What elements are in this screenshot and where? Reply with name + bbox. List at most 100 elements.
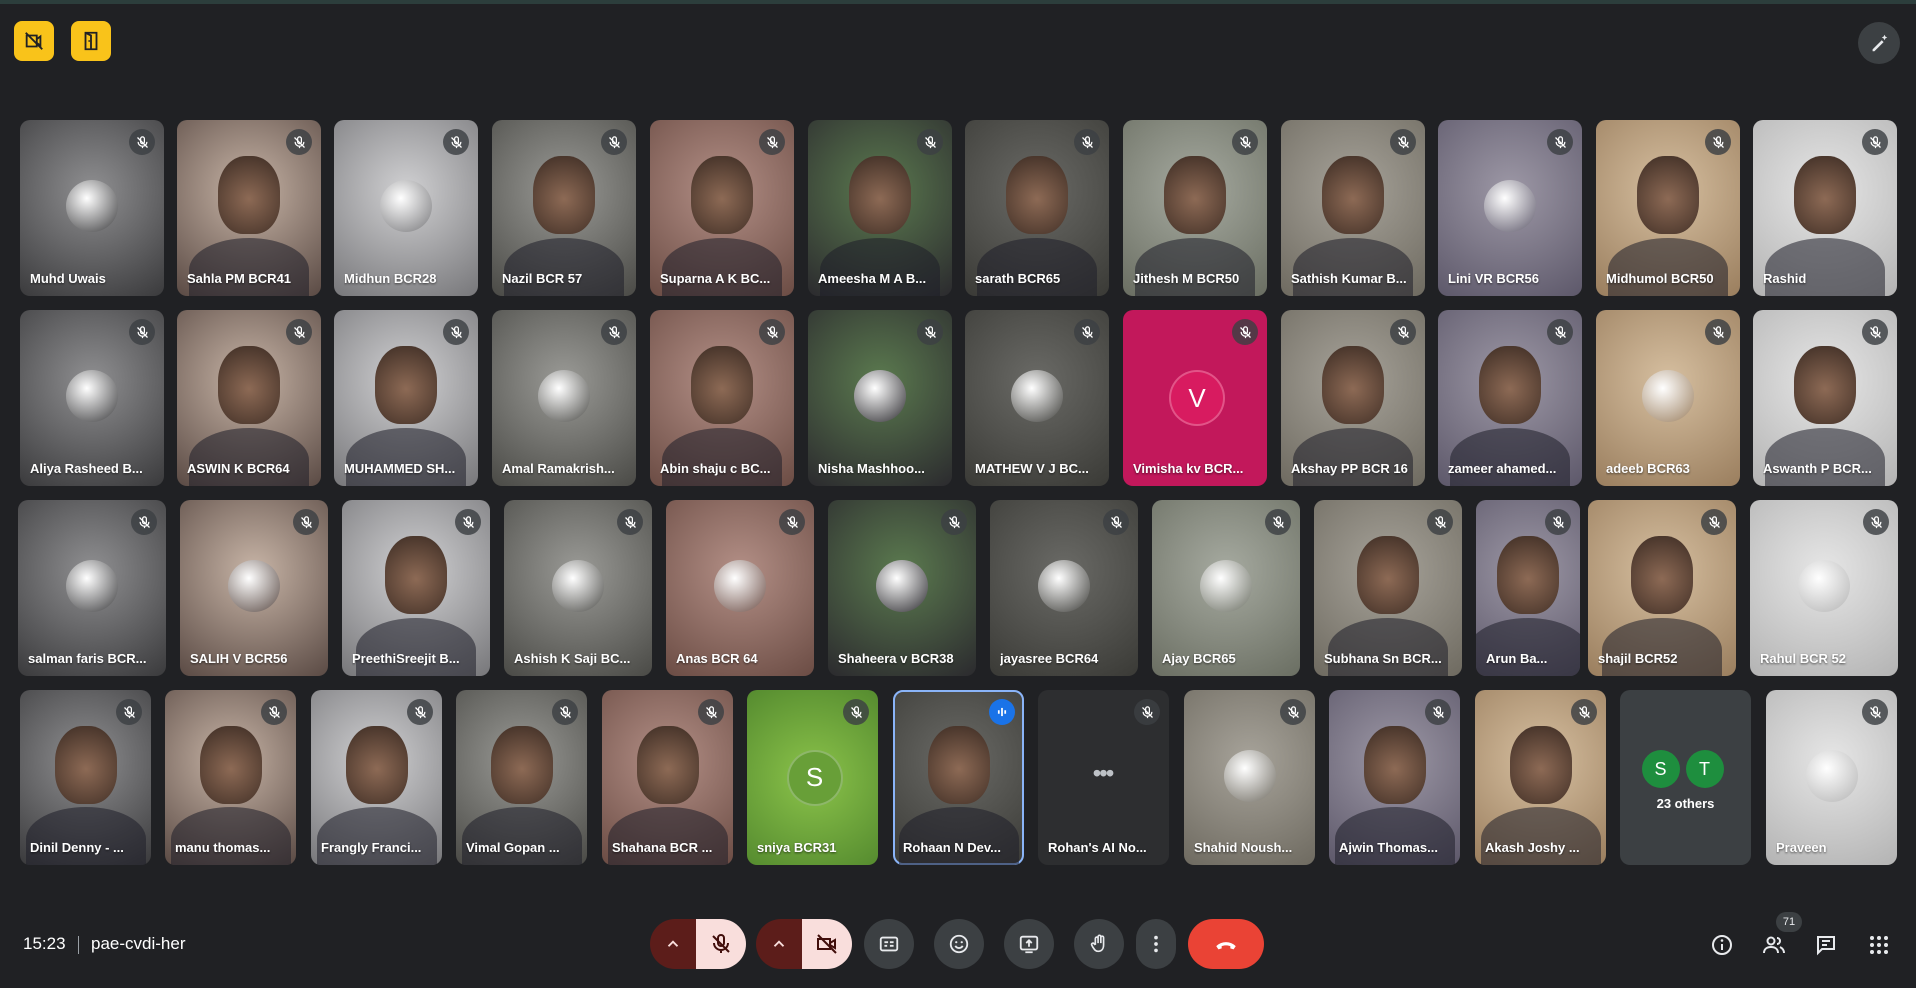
participant-tile[interactable]: Ameesha M A B...: [808, 120, 952, 296]
call-end-icon: [1216, 942, 1236, 950]
mic-off-icon: [455, 509, 481, 535]
participant-tile[interactable]: Aswanth P BCR...: [1753, 310, 1897, 486]
participant-tile[interactable]: Ssniya BCR31: [747, 690, 878, 865]
participant-tile[interactable]: ASWIN K BCR64: [177, 310, 321, 486]
participant-tile[interactable]: zameer ahamed...: [1438, 310, 1582, 486]
chat-button[interactable]: [1813, 932, 1839, 958]
microphone-toggle-button[interactable]: [696, 919, 746, 969]
present-screen-button[interactable]: [1004, 919, 1054, 969]
more-vert-icon: [1154, 935, 1158, 953]
participant-name: ASWIN K BCR64: [187, 461, 290, 476]
participant-tile[interactable]: Aliya Rasheed B...: [20, 310, 164, 486]
participant-tile[interactable]: MATHEW V J BC...: [965, 310, 1109, 486]
participant-tile[interactable]: Shahana BCR ...: [602, 690, 733, 865]
participant-tile[interactable]: Shaheera v BCR38: [828, 500, 976, 676]
participant-tile[interactable]: Midhun BCR28: [334, 120, 478, 296]
people-button[interactable]: [1761, 932, 1787, 958]
participant-tile[interactable]: Muhd Uwais: [20, 120, 164, 296]
video-person-body: [607, 807, 728, 865]
annotate-pen-button[interactable]: [1858, 22, 1900, 64]
participant-tile[interactable]: Praveen: [1766, 690, 1897, 865]
participant-tile[interactable]: jayasree BCR64: [990, 500, 1138, 676]
participant-tile[interactable]: PreethiSreejit B...: [342, 500, 490, 676]
others-avatar-chip: T: [1685, 750, 1724, 788]
participant-tile[interactable]: Anas BCR 64: [666, 500, 814, 676]
participant-name: Arun Ba...: [1486, 651, 1548, 666]
participant-tile[interactable]: Sathish Kumar B...: [1281, 120, 1425, 296]
participant-name: Amal Ramakrish...: [502, 461, 615, 476]
mic-off-icon: [1547, 319, 1573, 345]
video-options-button[interactable]: [756, 919, 802, 969]
video-person-body: [1608, 238, 1728, 296]
participant-tile[interactable]: Abin shaju c BC...: [650, 310, 794, 486]
video-person-face: [636, 725, 699, 804]
participant-tile[interactable]: Arun Ba...: [1476, 500, 1580, 676]
video-person-body: [1293, 428, 1413, 486]
raise-hand-button[interactable]: [1074, 919, 1124, 969]
mic-off-icon: [1862, 699, 1888, 725]
mic-off-icon: [601, 319, 627, 345]
participant-tile[interactable]: Frangly Franci...: [311, 690, 442, 865]
participant-tile[interactable]: sarath BCR65: [965, 120, 1109, 296]
participant-tile[interactable]: Suparna A K BC...: [650, 120, 794, 296]
participant-tile[interactable]: Lini VR BCR56: [1438, 120, 1582, 296]
reactions-button[interactable]: [934, 919, 984, 969]
participant-name: Rahul BCR 52: [1760, 651, 1846, 666]
participant-tile[interactable]: Nazil BCR 57: [492, 120, 636, 296]
participant-tile[interactable]: Rashid: [1753, 120, 1897, 296]
participant-tile[interactable]: Ashish K Saji BC...: [504, 500, 652, 676]
mic-off-icon: [617, 509, 643, 535]
participant-tile[interactable]: V Vimisha kv BCR...: [1123, 310, 1267, 486]
participant-tile[interactable]: Jithesh M BCR50: [1123, 120, 1267, 296]
meeting-details-button[interactable]: [1709, 932, 1735, 958]
video-person-face: [345, 725, 408, 804]
video-person-body: [504, 238, 624, 296]
participant-tile[interactable]: Akash Joshy ...: [1475, 690, 1606, 865]
info-icon: [1712, 935, 1732, 955]
participant-tile[interactable]: Midhumol BCR50: [1596, 120, 1740, 296]
video-person-body: [898, 807, 1019, 865]
participant-tile[interactable]: Amal Ramakrish...: [492, 310, 636, 486]
camera-toggle-button[interactable]: [802, 919, 852, 969]
participant-name: Abin shaju c BC...: [660, 461, 771, 476]
participant-tile[interactable]: Shahid Noush...: [1184, 690, 1315, 865]
participant-tile[interactable]: MUHAMMED SH...: [334, 310, 478, 486]
hide-self-view-button[interactable]: [14, 21, 54, 61]
participant-name: shajil BCR52: [1598, 651, 1678, 666]
participant-name: Rohan's AI No...: [1048, 840, 1147, 855]
activities-button[interactable]: [1866, 932, 1892, 958]
video-person-body: [1450, 428, 1570, 486]
participant-tile[interactable]: SALIH V BCR56: [180, 500, 328, 676]
mic-off-icon: [1547, 129, 1573, 155]
participant-tile[interactable]: Ajwin Thomas...: [1329, 690, 1460, 865]
captions-button[interactable]: [864, 919, 914, 969]
participant-tile[interactable]: Subhana Sn BCR...: [1314, 500, 1462, 676]
participant-tile[interactable]: Nisha Mashhoo...: [808, 310, 952, 486]
participant-name: Akshay PP BCR 16: [1291, 461, 1408, 476]
video-person-body: [189, 428, 309, 486]
participant-tile[interactable]: Sahla PM BCR41: [177, 120, 321, 296]
participant-tile[interactable]: Vimal Gopan ...: [456, 690, 587, 865]
leave-call-button[interactable]: [1188, 919, 1264, 969]
participant-tile[interactable]: Ajay BCR65: [1152, 500, 1300, 676]
audio-options-button[interactable]: [650, 919, 696, 969]
video-person-body: [1765, 238, 1885, 296]
mic-off-icon: [1390, 319, 1416, 345]
others-tile[interactable]: S T 23 others: [1620, 690, 1751, 865]
video-person-face: [849, 156, 911, 234]
profile-avatar: [1223, 749, 1276, 802]
participant-tile[interactable]: Rohaan N Dev...: [893, 690, 1024, 865]
video-off-icon: [817, 934, 837, 954]
participant-tile[interactable]: Dinil Denny - ...: [20, 690, 151, 865]
door-icon-button[interactable]: [71, 21, 111, 61]
profile-avatar: [66, 370, 118, 422]
participant-tile[interactable]: salman faris BCR...: [18, 500, 166, 676]
participant-tile[interactable]: adeeb BCR63: [1596, 310, 1740, 486]
participant-tile[interactable]: Akshay PP BCR 16: [1281, 310, 1425, 486]
participant-name: Aswanth P BCR...: [1763, 461, 1872, 476]
more-options-button[interactable]: [1136, 919, 1176, 969]
participant-tile[interactable]: Rahul BCR 52: [1750, 500, 1898, 676]
participant-tile[interactable]: manu thomas...: [165, 690, 296, 865]
participant-tile[interactable]: ●●● Rohan's AI No...: [1038, 690, 1169, 865]
participant-tile[interactable]: shajil BCR52: [1588, 500, 1736, 676]
